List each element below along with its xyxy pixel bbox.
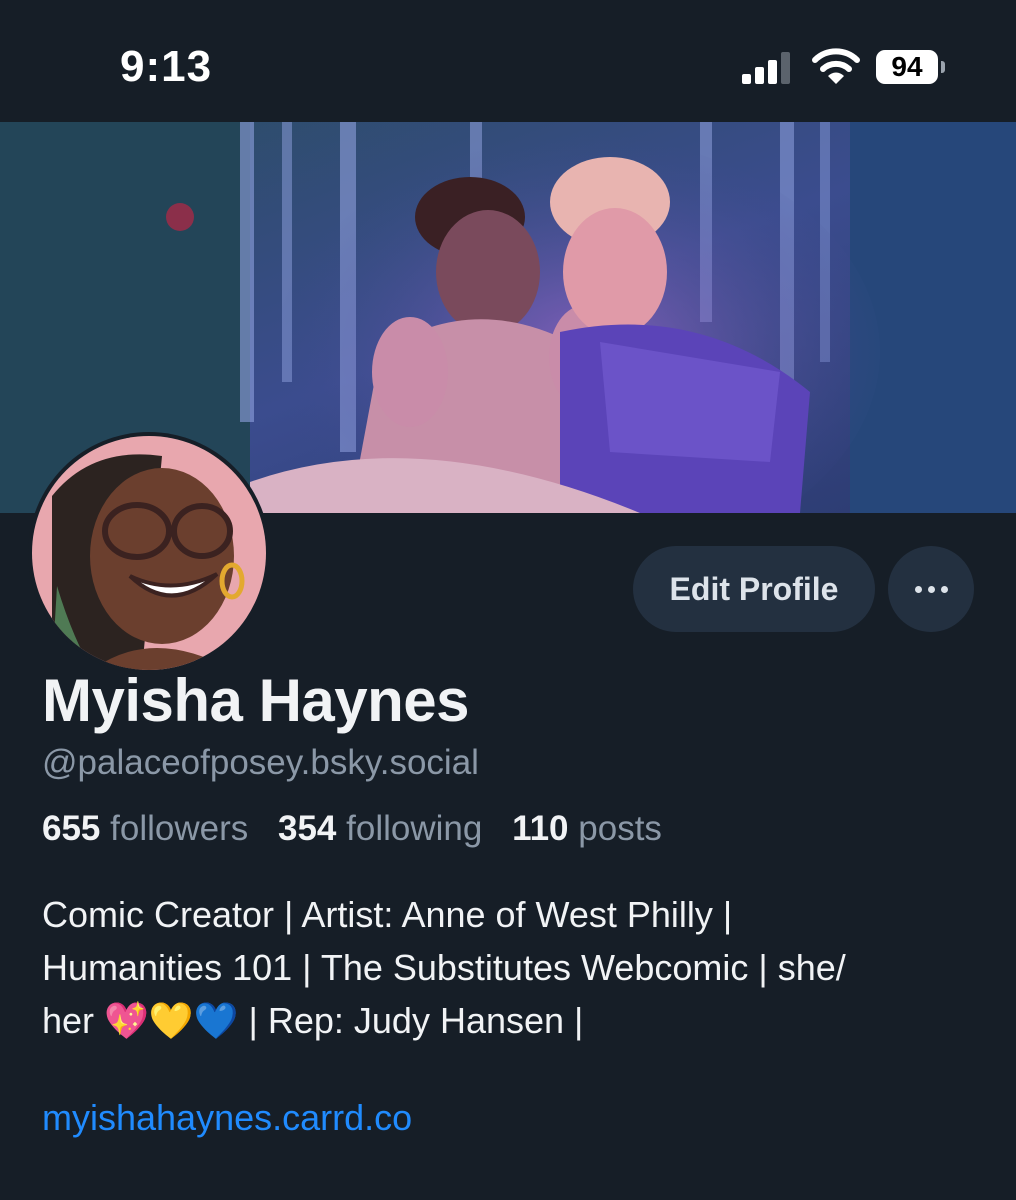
status-time: 9:13 bbox=[120, 42, 213, 91]
user-handle: @palaceofposey.bsky.social bbox=[42, 743, 479, 782]
following-label[interactable]: following bbox=[346, 809, 482, 848]
more-options-button[interactable] bbox=[888, 546, 974, 632]
display-name: Myisha Haynes bbox=[42, 667, 470, 734]
following-count[interactable]: 354 bbox=[278, 809, 336, 848]
edit-profile-button[interactable]: Edit Profile bbox=[633, 546, 875, 632]
posts-count: 110 bbox=[512, 809, 569, 848]
ellipsis-icon bbox=[940, 586, 948, 594]
ellipsis-icon bbox=[927, 586, 935, 594]
avatar[interactable] bbox=[28, 432, 270, 674]
battery-cap bbox=[941, 61, 945, 73]
avatar-illustration bbox=[32, 436, 266, 670]
wifi-icon bbox=[812, 48, 860, 84]
ellipsis-icon bbox=[914, 586, 922, 594]
followers-label[interactable]: followers bbox=[110, 809, 248, 848]
profile-link[interactable]: myishahaynes.carrd.co bbox=[42, 1097, 412, 1139]
status-bar: 9:13 94 bbox=[0, 0, 1016, 122]
profile-bio: Comic Creator | Artist: Anne of West Phi… bbox=[42, 888, 982, 1047]
bio-line: Comic Creator | Artist: Anne of West Phi… bbox=[42, 894, 733, 935]
posts-label: posts bbox=[578, 809, 662, 848]
followers-count[interactable]: 655 bbox=[42, 809, 100, 848]
battery-level: 94 bbox=[876, 50, 938, 84]
bio-line: her 💖💛💙 | Rep: Judy Hansen | bbox=[42, 1000, 584, 1041]
profile-stats: 655 followers 354 following 110 posts bbox=[42, 809, 682, 849]
cellular-signal-icon bbox=[742, 52, 790, 84]
bio-line: Humanities 101 | The Substitutes Webcomi… bbox=[42, 947, 846, 988]
